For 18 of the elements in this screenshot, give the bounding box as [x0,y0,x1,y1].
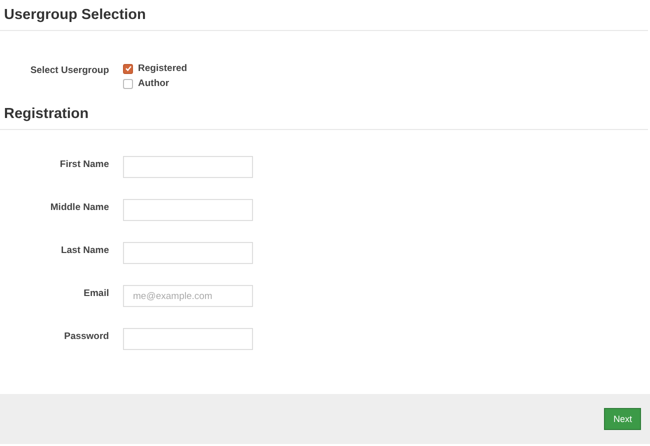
field-label: Password [63,331,109,342]
input-field[interactable] [123,328,253,350]
section-title: Registration [0,99,648,130]
input-field[interactable] [123,242,253,264]
next-button[interactable]: Next [604,408,641,430]
checkbox[interactable] [123,64,133,74]
checkbox-label: Registered [138,63,188,74]
field-label: Middle Name [49,202,109,213]
field-label: Select Usergroup [29,64,109,76]
field-label: Last Name [60,245,109,256]
input-field[interactable]: me@example.com [123,285,253,307]
field-label: First Name [58,159,109,170]
input-field[interactable] [123,199,253,221]
field-label: Email [82,288,109,299]
input-field[interactable] [123,156,253,178]
checkbox[interactable] [123,78,133,88]
section-title: Usergroup Selection [0,0,648,31]
checkbox-label: Author [138,78,170,89]
